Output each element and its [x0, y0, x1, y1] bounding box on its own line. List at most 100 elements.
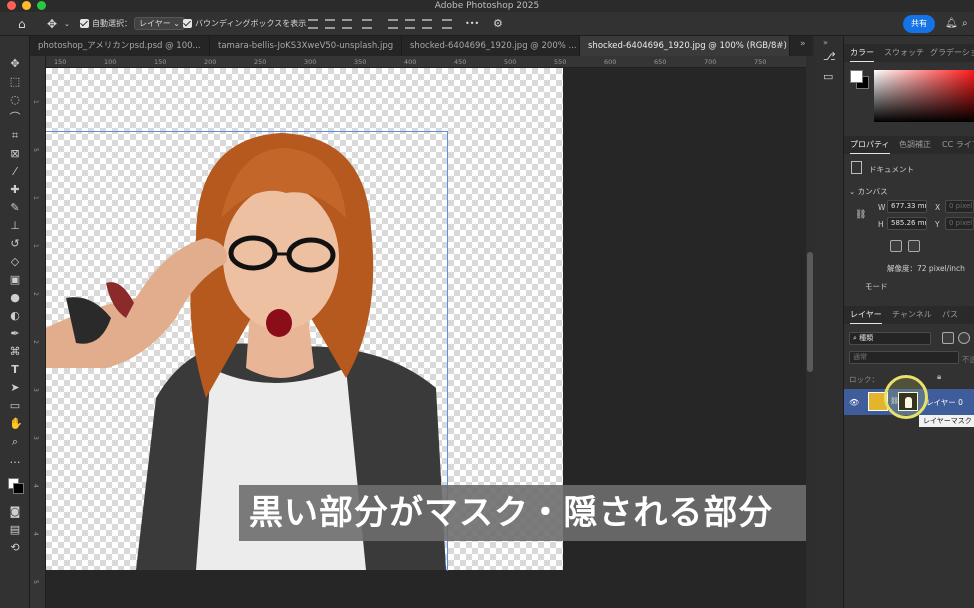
frame-tool-icon[interactable]: ⊠ [9, 148, 21, 160]
rectangle-tool-icon[interactable]: ▭ [9, 400, 21, 412]
search-icon[interactable]: ⌕ [962, 17, 968, 31]
ruler-mark: 2 [32, 340, 39, 344]
tab-gradients[interactable]: グラデーション [930, 44, 974, 62]
move-tool-icon[interactable]: ✥ [9, 58, 21, 70]
lock-icon[interactable]: 🔒︎ [937, 372, 941, 382]
more-options-button[interactable]: ••• [465, 17, 479, 31]
auto-select-dropdown[interactable]: レイヤー ⌄ [134, 17, 186, 31]
auto-select-toggle[interactable]: 自動選択： [80, 17, 132, 31]
ruler-mark: 5 [32, 580, 39, 584]
lasso-tool-icon[interactable]: ◌ [9, 94, 21, 106]
zoom-tool-icon[interactable]: ⌕ [9, 436, 21, 448]
color-panel-tabs: カラー スウォッチ グラデーション [844, 44, 974, 62]
history-panel-icon[interactable]: ⎇ [823, 50, 836, 63]
foreground-color-chip[interactable] [850, 70, 863, 83]
tooltip: レイヤーマスク [919, 415, 974, 427]
align-top-icon[interactable] [308, 19, 318, 29]
close-tab-icon[interactable]: × [776, 36, 783, 56]
marquee-tool-icon[interactable]: ⬚ [9, 76, 21, 88]
align-left-icon[interactable] [388, 19, 398, 29]
ruler-mark: 400 [404, 58, 417, 66]
quick-mask-icon[interactable]: ◙ [9, 506, 21, 518]
tab-label: shocked-6404696_1920.jpg @ 100% (RGB/8#)… [588, 41, 790, 51]
width-field[interactable]: 677.33 mm [887, 200, 927, 213]
color-picker-field[interactable] [874, 70, 974, 122]
ruler-mark: 250 [254, 58, 267, 66]
chevron-double-right-icon[interactable]: » [800, 39, 806, 49]
eyedropper-tool-icon[interactable]: ⁄ [9, 166, 21, 178]
stamp-tool-icon[interactable]: ⊥ [9, 220, 21, 232]
layer-name[interactable]: レイヤー 0 [926, 397, 963, 408]
more-tools-icon[interactable]: … [9, 454, 21, 466]
blend-mode-dropdown[interactable]: 通常 [849, 351, 959, 364]
landscape-orientation-icon[interactable] [908, 240, 920, 252]
tab-swatches[interactable]: スウォッチ [884, 44, 924, 62]
tab-document-3[interactable]: shocked-6404696_1920.jpg @ 200% ... [402, 36, 580, 56]
history-brush-tool-icon[interactable]: ↺ [9, 238, 21, 250]
distribute-icon[interactable] [362, 19, 372, 29]
x-field[interactable]: 0 pixel [945, 200, 974, 213]
dodge-tool-icon[interactable]: ◐ [9, 310, 21, 322]
screen-mode-icon[interactable]: ▤ [9, 524, 21, 536]
collapse-panels-icon[interactable]: » [823, 38, 828, 47]
blur-tool-icon[interactable]: ● [9, 292, 21, 304]
ruler-mark: 3 [32, 388, 39, 392]
align-right-icon[interactable] [422, 19, 432, 29]
tab-cc-libraries[interactable]: CC ライブ [942, 136, 974, 154]
filter-pixel-icon[interactable] [942, 332, 954, 344]
brush-tool-icon[interactable]: ✎ [9, 202, 21, 214]
background-color-swatch[interactable] [13, 483, 24, 494]
hand-tool-icon[interactable]: ✋ [9, 418, 23, 430]
eye-visibility-icon[interactable]: 👁 [849, 398, 859, 407]
comments-panel-icon[interactable]: ▭ [823, 70, 833, 83]
tab-document-1[interactable]: photoshop_アメリカンpsd.psd @ 100... [30, 36, 210, 56]
type-tool-icon[interactable]: T [9, 364, 21, 376]
layer-filter-kind[interactable]: ⌕ 種類 [849, 332, 931, 345]
pen-tool-icon[interactable]: ✒ [9, 328, 21, 340]
home-icon[interactable]: ⌂ [18, 17, 26, 31]
share-button[interactable]: 共有 [903, 15, 935, 33]
ruler-mark: 3 [32, 436, 39, 440]
portrait-orientation-icon[interactable] [890, 240, 902, 252]
pen-tool-icon-2[interactable]: ⌘ [9, 346, 21, 358]
tab-adjustments[interactable]: 色調補正 [899, 136, 931, 154]
gradient-tool-icon[interactable]: ▣ [9, 274, 21, 286]
link-icon[interactable]: ⛓ [855, 210, 866, 220]
ruler-mark: 150 [154, 58, 167, 66]
chevron-down-icon[interactable]: ⌄ [64, 17, 70, 31]
mode-label: モード [865, 282, 888, 291]
gear-icon[interactable]: ⚙ [493, 17, 503, 31]
tab-properties[interactable]: プロパティ [850, 136, 890, 154]
bbox-checkbox[interactable] [183, 19, 192, 28]
path-select-tool-icon[interactable]: ➤ [9, 382, 21, 394]
tab-paths[interactable]: パス [942, 306, 958, 324]
tab-channels[interactable]: チャンネル [892, 306, 932, 324]
move-tool-icon[interactable]: ✥ [47, 17, 57, 31]
eraser-tool-icon[interactable]: ◇ [9, 256, 21, 268]
bbox-toggle[interactable]: バウンディングボックスを表示 [183, 17, 306, 31]
tab-layers[interactable]: レイヤー [850, 306, 882, 324]
align-hcenter-icon[interactable] [405, 19, 415, 29]
vertical-scrollbar[interactable] [806, 56, 814, 608]
y-field[interactable]: 0 pixel [945, 217, 974, 230]
auto-select-checkbox[interactable] [80, 19, 89, 28]
scrollbar-thumb[interactable] [807, 252, 813, 372]
crop-tool-icon[interactable]: ⌗ [9, 130, 21, 142]
panel-icon-strip: ⎇ ▭ » [814, 36, 844, 608]
tab-document-active[interactable]: shocked-6404696_1920.jpg @ 100% (RGB/8#)… [580, 36, 790, 56]
height-field[interactable]: 585.26 mm [887, 217, 927, 230]
distribute-h-icon[interactable] [442, 19, 452, 29]
quick-select-tool-icon[interactable]: ⌒ [9, 112, 21, 124]
canvas-section-toggle[interactable]: ⌄ カンバス [849, 186, 888, 197]
filter-adjust-icon[interactable] [958, 332, 970, 344]
tab-color[interactable]: カラー [850, 44, 874, 62]
ruler-mark: 700 [704, 58, 717, 66]
align-bottom-icon[interactable] [342, 19, 352, 29]
bell-icon[interactable]: 🔔︎ [945, 17, 958, 31]
align-vcenter-icon[interactable] [325, 19, 335, 29]
healing-brush-tool-icon[interactable]: ✚ [9, 184, 21, 196]
tools-panel: ✥ ⬚ ◌ ⌒ ⌗ ⊠ ⁄ ✚ ✎ ⊥ ↺ ◇ ▣ ● ◐ ✒ ⌘ T ➤ ▭ … [0, 36, 30, 608]
extra-tool-icon[interactable]: ⟲ [9, 542, 21, 554]
tab-document-2[interactable]: tamara-bellis-JoKS3XweV50-unsplash.jpg [210, 36, 402, 56]
app-title: Adobe Photoshop 2025 [434, 1, 540, 11]
